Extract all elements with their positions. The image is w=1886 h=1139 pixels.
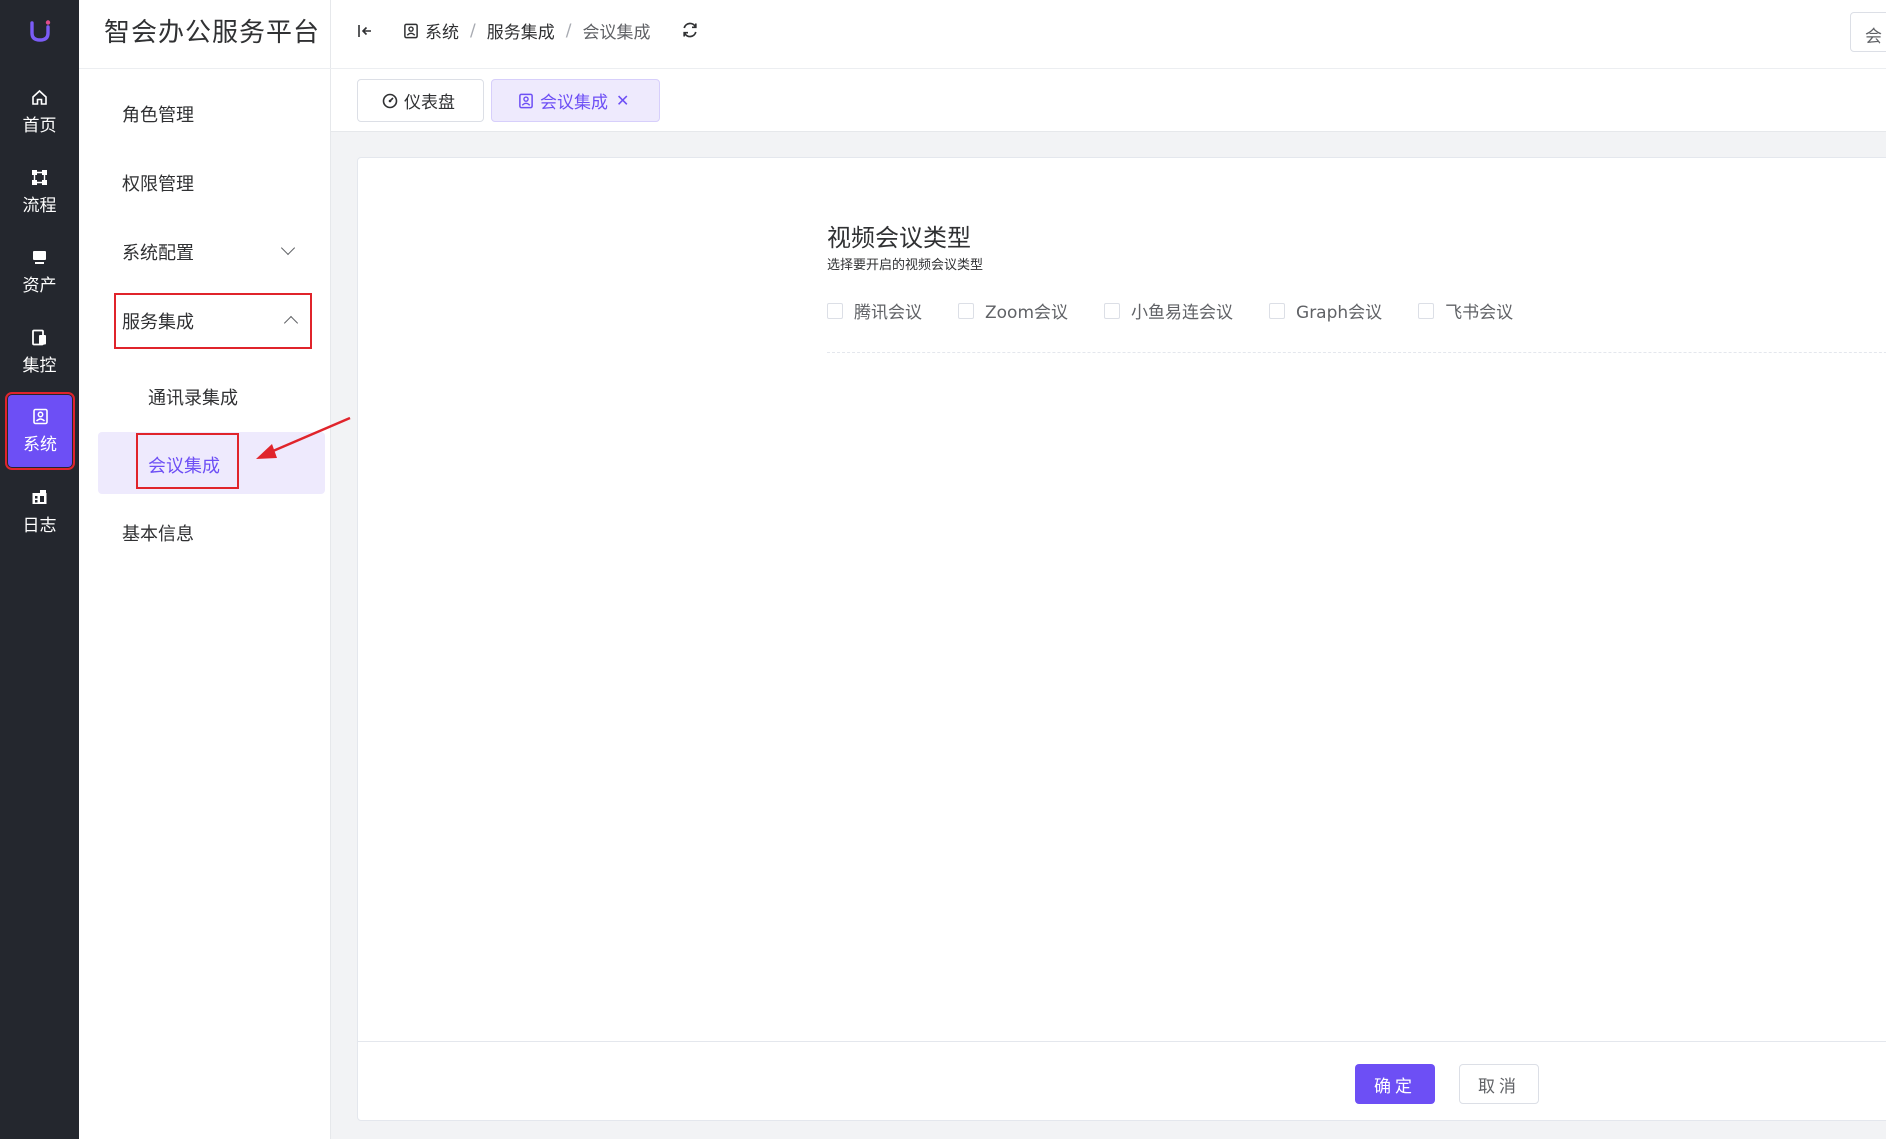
rail-item-log[interactable]: 日志 xyxy=(0,476,79,548)
rail-item-control[interactable]: 集控 xyxy=(0,316,79,388)
checkbox-box[interactable] xyxy=(958,302,974,319)
breadcrumb-item[interactable]: 服务集成 xyxy=(487,18,555,43)
system-icon xyxy=(518,93,534,109)
system-icon xyxy=(31,408,49,426)
breadcrumb-separator: / xyxy=(470,20,476,41)
checkbox-label: 飞书会议 xyxy=(1445,303,1514,323)
divider xyxy=(79,68,331,69)
checkbox-box[interactable] xyxy=(827,302,843,319)
checkbox-label: Zoom会议 xyxy=(985,303,1069,323)
checkbox-box[interactable] xyxy=(1269,302,1286,319)
cancel-button[interactable]: 取消 xyxy=(1459,1064,1539,1104)
rail-item-flow[interactable]: 流程 xyxy=(0,156,79,228)
sidebar-item-basic-info[interactable]: 基本信息 xyxy=(122,520,194,546)
asset-icon xyxy=(31,249,49,267)
sidebar-item-meeting-integration[interactable]: 会议集成 xyxy=(148,452,220,478)
sidebar-item-roles[interactable]: 角色管理 xyxy=(122,101,194,127)
content-panel: 视频会议类型 选择要开启的视频会议类型 腾讯会议 Zoom会议 小鱼易连会议 G… xyxy=(357,157,1886,1121)
rail-item-asset[interactable]: 资产 xyxy=(0,236,79,308)
section-subtitle: 选择要开启的视频会议类型 xyxy=(827,258,984,273)
checkbox-box[interactable] xyxy=(1104,302,1121,319)
rail-item-home[interactable]: 首页 xyxy=(0,76,79,148)
checkbox-label: 小鱼易连会议 xyxy=(1131,303,1234,323)
confirm-button[interactable]: 确定 xyxy=(1355,1064,1435,1104)
sidebar-item-permissions[interactable]: 权限管理 xyxy=(122,170,194,196)
checkbox-zoom-meeting[interactable]: Zoom会议 xyxy=(958,298,1068,323)
checkbox-graph-meeting[interactable]: Graph会议 xyxy=(1269,298,1382,323)
checkbox-feishu-meeting[interactable]: 飞书会议 xyxy=(1418,298,1513,323)
breadcrumb: 系统 / 服务集成 / 会议集成 xyxy=(403,18,650,43)
breadcrumb-current: 会议集成 xyxy=(582,23,651,43)
control-icon xyxy=(31,329,49,347)
tab-meeting-integration[interactable]: 会议集成 ✕ xyxy=(491,79,660,122)
logo-icon xyxy=(29,20,50,42)
log-icon xyxy=(31,489,49,507)
header-right-button[interactable]: 会 xyxy=(1850,12,1886,52)
tab-label: 仪表盘 xyxy=(404,93,455,113)
dashboard-icon xyxy=(382,93,398,109)
rail-item-label: 首页 xyxy=(22,115,57,136)
rail-item-label: 资产 xyxy=(22,275,57,296)
checkbox-label: 腾讯会议 xyxy=(854,303,922,323)
tab-dashboard[interactable]: 仪表盘 xyxy=(357,79,484,122)
home-icon xyxy=(31,89,49,107)
checkbox-box[interactable] xyxy=(1418,302,1435,319)
primary-nav-rail: 首页 流程 资产 集控 系统 日志 xyxy=(0,0,79,1139)
rail-item-label: 日志 xyxy=(22,515,57,536)
refresh-icon[interactable] xyxy=(680,20,700,40)
section-title: 视频会议类型 xyxy=(827,224,971,252)
close-icon[interactable]: ✕ xyxy=(616,91,629,110)
breadcrumb-separator: / xyxy=(565,20,572,41)
footer-divider xyxy=(358,1041,1886,1042)
tab-label: 会议集成 xyxy=(540,93,608,113)
app-title: 智会办公服务平台 xyxy=(104,18,321,48)
sidebar-item-service-integration[interactable]: 服务集成 xyxy=(122,308,194,334)
collapse-sidebar-icon[interactable] xyxy=(356,22,374,40)
rail-item-system[interactable]: 系统 xyxy=(5,392,75,470)
chevron-down-icon xyxy=(280,240,296,256)
app-logo[interactable] xyxy=(0,0,79,62)
breadcrumb-item[interactable]: 系统 xyxy=(425,18,459,43)
checkbox-xiaoyu-meeting[interactable]: 小鱼易连会议 xyxy=(1104,298,1233,323)
checkbox-tencent-meeting[interactable]: 腾讯会议 xyxy=(827,298,922,323)
sidebar-item-system-config[interactable]: 系统配置 xyxy=(122,239,194,265)
meeting-type-checkbox-group: 腾讯会议 Zoom会议 小鱼易连会议 Graph会议 飞书会议 xyxy=(827,298,1549,323)
top-header: 系统 / 服务集成 / 会议集成 会 xyxy=(331,0,1886,69)
rail-item-label: 系统 xyxy=(23,434,57,455)
checkbox-label: Graph会议 xyxy=(1296,303,1383,323)
flow-icon xyxy=(31,169,49,187)
secondary-sidebar: 智会办公服务平台 角色管理 权限管理 系统配置 服务集成 通讯录集成 会议集成 … xyxy=(79,0,331,1139)
dashed-divider xyxy=(827,352,1886,353)
sidebar-item-directory-integration[interactable]: 通讯录集成 xyxy=(148,384,238,410)
tabs-bar: 仪表盘 会议集成 ✕ xyxy=(331,69,1886,132)
system-icon xyxy=(404,23,418,38)
rail-item-label: 流程 xyxy=(22,195,57,216)
annotation-arrow xyxy=(256,416,351,459)
rail-item-label: 集控 xyxy=(22,355,57,376)
